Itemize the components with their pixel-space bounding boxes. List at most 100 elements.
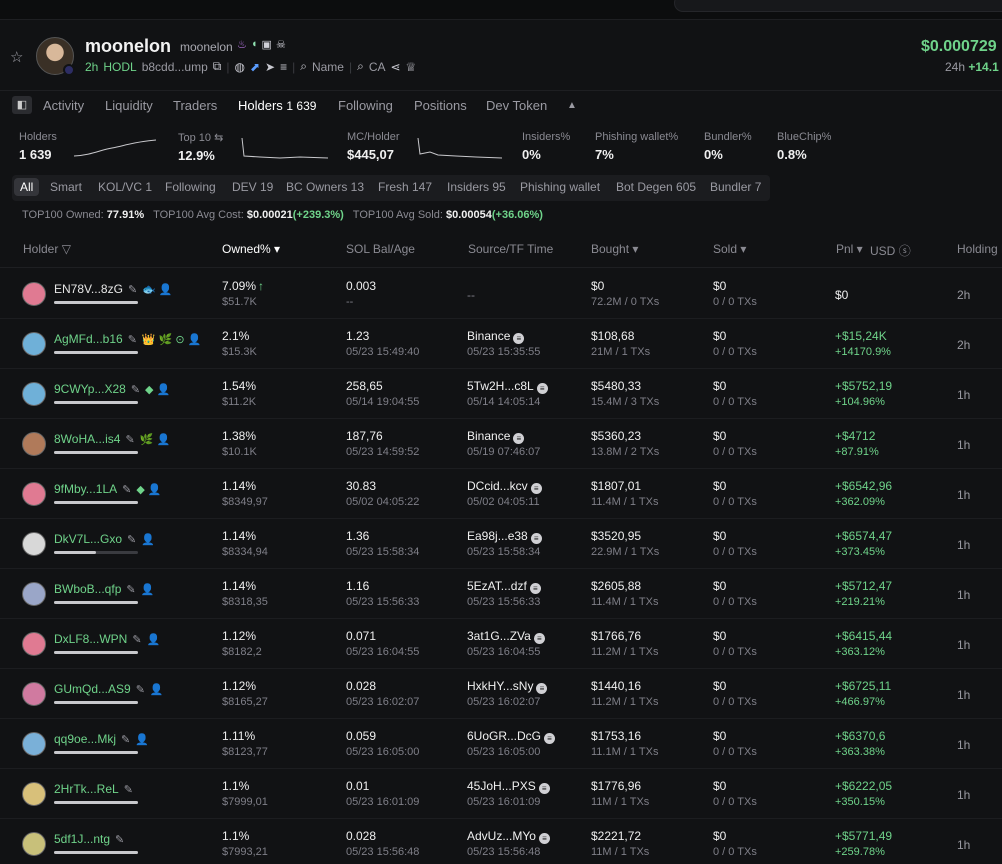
search-ca-link[interactable]: CA: [369, 60, 386, 74]
funding-source[interactable]: 3at1G...ZVa ≡: [467, 629, 545, 644]
table-row[interactable]: BWboB...qfp ✎ 👤 1.14% $8318,35 1.16 05/2…: [0, 569, 1002, 619]
table-row[interactable]: 9fMby...1LA ✎ ◆ 👤 1.14% $8349,97 30.83 0…: [0, 469, 1002, 519]
holder-address[interactable]: 2HrTk...ReL ✎: [54, 782, 138, 796]
col-source[interactable]: Source/TF Time: [468, 242, 553, 256]
search-ca-icon[interactable]: ⌕: [357, 59, 364, 74]
holder-address[interactable]: qq9oe...Mkj ✎ 👤: [54, 732, 149, 746]
edit-icon[interactable]: ✎: [128, 333, 137, 346]
funding-source[interactable]: 6UoGR...DcG ≡: [467, 729, 556, 744]
holder-address[interactable]: DxLF8...WPN ✎ 👤: [54, 632, 160, 646]
filter-all[interactable]: All: [14, 178, 40, 196]
table-row[interactable]: EN78V...8zG ✎ 🐟 👤 7.09% $51.7K 0.003 -- …: [0, 269, 1002, 319]
edit-icon[interactable]: ✎: [131, 383, 140, 396]
holders-sparkline: [73, 139, 157, 157]
table-row[interactable]: AgMFd...b16 ✎ 👑 🌿 ⊙ 👤 2.1% $15.3K 1.23 0…: [0, 319, 1002, 369]
col-pnl[interactable]: Pnl ▾: [836, 242, 863, 256]
holding-bar: [54, 401, 138, 404]
funding-source[interactable]: HxkHY...sNy ≡: [467, 679, 548, 694]
holding-bar: [54, 501, 138, 504]
edit-icon[interactable]: ✎: [124, 783, 133, 796]
contract-address[interactable]: b8cdd...ump: [142, 60, 208, 74]
table-row[interactable]: 5df1J...ntg ✎ 1.1% $7993,21 0.028 05/23 …: [0, 819, 1002, 864]
col-sol-bal[interactable]: SOL Bal/Age: [346, 242, 415, 256]
funding-source[interactable]: --: [467, 288, 475, 302]
tab-dev-token[interactable]: Dev Token: [486, 98, 547, 113]
holder-address[interactable]: 8WoHA...is4 ✎ 🌿 👤: [54, 432, 170, 446]
tab-liquidity[interactable]: Liquidity: [105, 98, 153, 113]
holder-address[interactable]: 9fMby...1LA ✎ ◆ 👤: [54, 482, 162, 496]
filter-phishing[interactable]: Phishing wallet: [520, 180, 600, 194]
tab-positions[interactable]: Positions: [414, 98, 467, 113]
edit-icon[interactable]: ✎: [125, 433, 134, 446]
table-row[interactable]: 8WoHA...is4 ✎ 🌿 👤 1.38% $10.1K 187,76 05…: [0, 419, 1002, 469]
edit-icon[interactable]: ✎: [121, 733, 130, 746]
edit-icon[interactable]: ✎: [115, 833, 124, 846]
search-icon[interactable]: ⌕: [300, 59, 307, 74]
tab-traders[interactable]: Traders: [173, 98, 217, 113]
globe-icon[interactable]: ◍: [234, 60, 244, 74]
col-bought[interactable]: Bought ▾: [591, 242, 638, 256]
tab-following[interactable]: Following: [338, 98, 393, 113]
filter-fresh[interactable]: Fresh 147: [378, 180, 432, 194]
tab-activity[interactable]: Activity: [43, 98, 84, 113]
holder-address[interactable]: EN78V...8zG ✎ 🐟 👤: [54, 282, 173, 296]
star-icon[interactable]: ☆: [10, 48, 23, 66]
table-row[interactable]: DkV7L...Gxo ✎ 👤 1.14% $8334,94 1.36 05/2…: [0, 519, 1002, 569]
col-owned[interactable]: Owned% ▾: [222, 242, 280, 256]
edit-icon[interactable]: ✎: [128, 283, 137, 296]
filter-bc-owners[interactable]: BC Owners 13: [286, 180, 364, 194]
filter-following[interactable]: Following: [165, 180, 216, 194]
share-icon[interactable]: ⋖: [390, 60, 400, 74]
sidebar-toggle-icon[interactable]: ◧: [12, 96, 32, 114]
up-arrow-icon: ↑: [258, 279, 264, 293]
filter-bundler[interactable]: Bundler 7: [710, 180, 761, 194]
edit-icon[interactable]: ✎: [122, 483, 131, 496]
holder-address[interactable]: DkV7L...Gxo ✎ 👤: [54, 532, 155, 546]
col-holding[interactable]: Holding D: [957, 242, 1002, 256]
list-icon[interactable]: ≡: [280, 60, 287, 74]
col-usd-toggle[interactable]: USD ⓢ: [870, 242, 911, 259]
holder-address[interactable]: 9CWYp...X28 ✎ ◆ 👤: [54, 382, 170, 396]
collapse-icon[interactable]: ▲: [567, 100, 577, 111]
table-row[interactable]: 9CWYp...X28 ✎ ◆ 👤 1.54% $11.2K 258,65 05…: [0, 369, 1002, 419]
filter-bot-degen[interactable]: Bot Degen 605: [616, 180, 696, 194]
table-row[interactable]: 2HrTk...ReL ✎ 1.1% $7999,01 0.01 05/23 1…: [0, 769, 1002, 819]
funding-source[interactable]: AdvUz...MYo ≡: [467, 829, 550, 844]
holder-address[interactable]: 5df1J...ntg ✎: [54, 832, 129, 846]
filter-insiders[interactable]: Insiders 95: [447, 180, 506, 194]
holder-address[interactable]: GUmQd...AS9 ✎ 👤: [54, 682, 164, 696]
edit-icon[interactable]: ✎: [136, 683, 145, 696]
funding-source[interactable]: 45JoH...PXS ≡: [467, 779, 550, 794]
funding-source[interactable]: 5EzAT...dzf ≡: [467, 579, 541, 594]
filter-smart[interactable]: Smart: [50, 180, 82, 194]
pnl-usd: $0: [835, 288, 849, 302]
filter-dev[interactable]: DEV 19: [232, 180, 273, 194]
funding-source[interactable]: Ea98j...e38 ≡: [467, 529, 542, 544]
sold-txs: 0 / 0 TXs: [713, 646, 757, 658]
edit-icon[interactable]: ✎: [127, 533, 136, 546]
funding-time: 05/23 15:56:33: [467, 596, 541, 608]
edit-icon[interactable]: ✎: [126, 583, 135, 596]
search-name-link[interactable]: Name: [312, 60, 344, 74]
telegram-icon[interactable]: ➤: [265, 60, 275, 74]
global-search-bar[interactable]: [674, 0, 1002, 12]
table-row[interactable]: DxLF8...WPN ✎ 👤 1.12% $8182,2 0.071 05/2…: [0, 619, 1002, 669]
filter-kol[interactable]: KOL/VC 1: [98, 180, 152, 194]
holder-address[interactable]: AgMFd...b16 ✎ 👑 🌿 ⊙ 👤: [54, 332, 201, 346]
funding-source[interactable]: Binance ≡: [467, 329, 525, 344]
funding-source[interactable]: 5Tw2H...c8L ≡: [467, 379, 548, 394]
owned-usd: $8318,35: [222, 596, 268, 608]
funding-source[interactable]: DCcid...kcv ≡: [467, 479, 542, 494]
funding-source[interactable]: Binance ≡: [467, 429, 525, 444]
pump-icon[interactable]: ⬈: [250, 60, 260, 74]
table-row[interactable]: qq9oe...Mkj ✎ 👤 1.11% $8123,77 0.059 05/…: [0, 719, 1002, 769]
edit-icon[interactable]: ✎: [132, 633, 141, 646]
col-sold[interactable]: Sold ▾: [713, 242, 746, 256]
crown-icon[interactable]: ♕: [406, 60, 417, 74]
copy-icon[interactable]: ⧉: [213, 59, 222, 74]
table-row[interactable]: GUmQd...AS9 ✎ 👤 1.12% $8165,27 0.028 05/…: [0, 669, 1002, 719]
sold-txs: 0 / 0 TXs: [713, 296, 757, 308]
holder-address[interactable]: BWboB...qfp ✎ 👤: [54, 582, 154, 596]
col-holder[interactable]: Holder ▽: [23, 242, 71, 256]
tab-holders[interactable]: Holders 1 639: [238, 98, 316, 113]
